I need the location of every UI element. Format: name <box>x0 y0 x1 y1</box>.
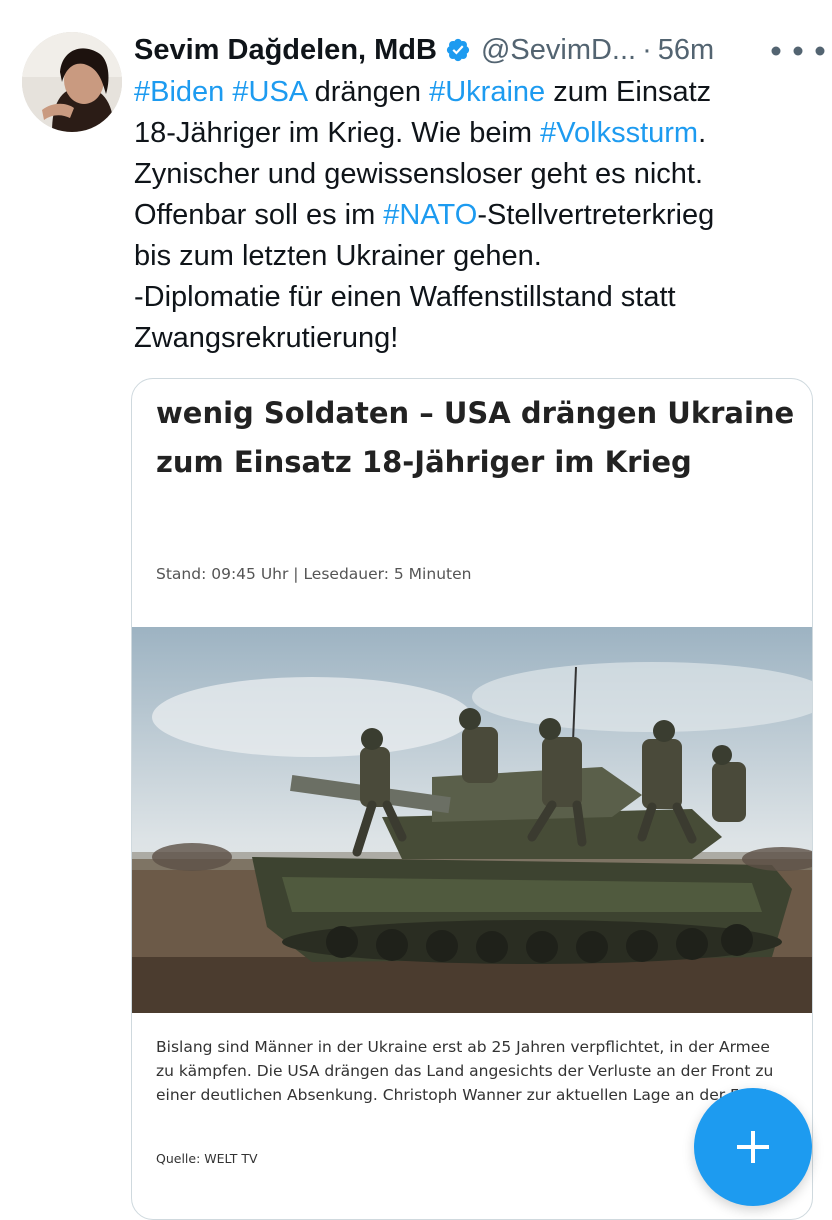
tweet-body: #Biden #USA drängen #Ukraine zum Einsatz… <box>134 72 824 359</box>
link-preview-card[interactable]: wenig Soldaten – USA drängen Ukraine zum… <box>131 378 813 1220</box>
hashtag-link[interactable]: #Volkssturm <box>540 117 698 149</box>
tweet-text-line: Offenbar soll es im #NATO-Stellvertreter… <box>134 195 824 236</box>
tweet-text-line: -Diplomatie für einen Waffenstillstand s… <box>134 277 824 318</box>
tweet-text-line: Zwangsrekrutierung! <box>134 318 824 359</box>
hashtag-link[interactable]: #Biden <box>134 76 224 108</box>
tweet-text-segment: Zynischer und gewissensloser geht es nic… <box>134 158 704 190</box>
tweet-text-line: bis zum letzten Ukrainer gehen. <box>134 236 824 277</box>
hashtag-link[interactable]: #NATO <box>383 199 477 231</box>
tweet-text-segment: . <box>698 117 707 149</box>
tweet-text-segment: -Stellvertreterkrieg <box>477 199 715 231</box>
compose-button[interactable] <box>694 1088 812 1206</box>
article-image <box>132 627 812 1013</box>
avatar[interactable] <box>22 32 122 132</box>
tweet-text-segment: Zwangsrekrutierung! <box>134 322 399 354</box>
tweet-header: Sevim Dağdelen, MdB @SevimD... · 56m <box>134 30 714 70</box>
author-name[interactable]: Sevim Dağdelen, MdB <box>134 34 437 67</box>
tweet-text-segment: Offenbar soll es im <box>134 199 384 231</box>
tweet-text-segment: 18-Jähriger im Krieg. Wie beim <box>134 117 541 149</box>
tweet-text-segment: zum Einsatz <box>545 76 712 108</box>
more-icon[interactable] <box>770 44 826 58</box>
avatar-photo <box>22 32 122 132</box>
article-headline: wenig Soldaten – USA drängen Ukraine zum… <box>156 396 795 479</box>
hashtag-link[interactable]: #Ukraine <box>429 76 545 108</box>
plus-icon <box>737 1131 769 1163</box>
article-meta: Stand: 09:45 Uhr | Lesedauer: 5 Minuten <box>156 565 472 583</box>
tweet-text-line: #Biden #USA drängen #Ukraine zum Einsatz <box>134 72 824 113</box>
verified-badge-icon <box>446 38 470 62</box>
tweet-timestamp[interactable]: 56m <box>658 34 714 67</box>
separator-dot: · <box>642 33 652 66</box>
tweet-text-segment: drängen <box>306 76 430 108</box>
article-source: Quelle: WELT TV <box>156 1151 258 1166</box>
tweet-text-line: 18-Jähriger im Krieg. Wie beim #Volksstu… <box>134 113 824 154</box>
hashtag-link[interactable]: #USA <box>232 76 306 108</box>
tweet-text-line: Zynischer und gewissensloser geht es nic… <box>134 154 824 195</box>
article-caption: Bislang sind Männer in der Ukraine erst … <box>156 1038 775 1104</box>
tweet-text-segment: bis zum letzten Ukrainer gehen. <box>134 240 542 272</box>
tweet-text-segment: -Diplomatie für einen Waffenstillstand s… <box>134 281 676 313</box>
author-handle[interactable]: @SevimD... <box>481 34 636 67</box>
